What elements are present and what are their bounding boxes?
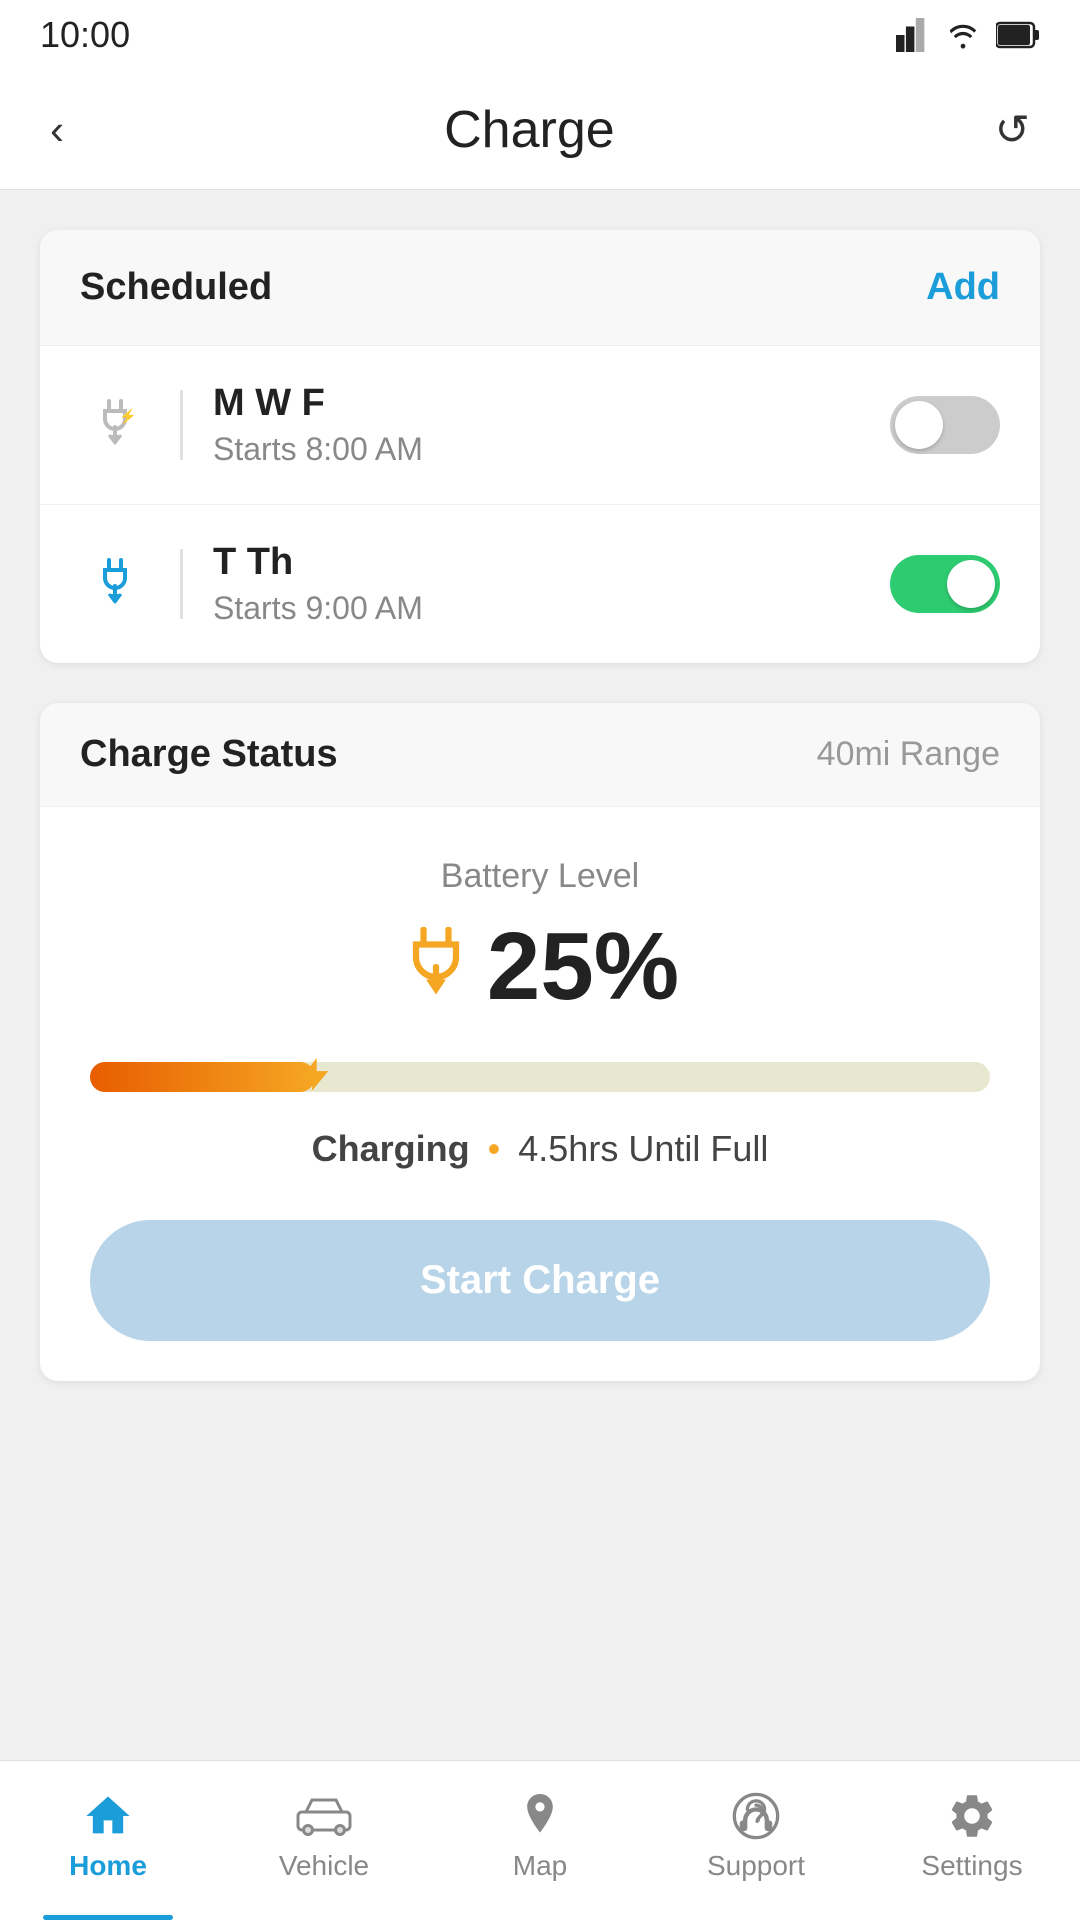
scheduled-title: Scheduled: [80, 266, 272, 309]
refresh-button[interactable]: ↺: [985, 95, 1040, 164]
toggle-thumb-tth: [947, 560, 995, 608]
nav-item-map[interactable]: Map: [432, 1761, 648, 1920]
plug-icon-active: [91, 556, 139, 612]
nav-label-home: Home: [69, 1850, 147, 1882]
start-charge-button[interactable]: Start Charge: [90, 1220, 990, 1341]
row-divider: [180, 390, 183, 460]
nav-item-home[interactable]: Home: [0, 1761, 216, 1920]
battery-percent: 25%: [487, 912, 679, 1022]
status-bar: 10:00: [0, 0, 1080, 70]
toggle-thumb-mwf: [895, 401, 943, 449]
support-icon: [730, 1790, 782, 1842]
header: ‹ Charge ↺: [0, 70, 1080, 190]
progress-lightning-icon: [295, 1055, 335, 1100]
nav-label-vehicle: Vehicle: [279, 1850, 369, 1882]
charge-status-card: Charge Status 40mi Range Battery Level 2…: [40, 703, 1040, 1381]
toggle-track-mwf[interactable]: [890, 396, 1000, 454]
toggle-mwf[interactable]: [890, 396, 1000, 454]
schedule-info-mwf: M W F Starts 8:00 AM: [213, 382, 890, 468]
add-button[interactable]: Add: [926, 266, 1000, 309]
charge-status-title: Charge Status: [80, 733, 338, 776]
settings-icon: [946, 1790, 998, 1842]
battery-level-label: Battery Level: [90, 857, 990, 896]
nav-item-support[interactable]: Support: [648, 1761, 864, 1920]
nav-item-settings[interactable]: Settings: [864, 1761, 1080, 1920]
schedule-time-tth: Starts 9:00 AM: [213, 590, 890, 627]
toggle-tth[interactable]: [890, 555, 1000, 613]
back-button[interactable]: ‹: [40, 99, 74, 161]
nav-label-settings: Settings: [921, 1850, 1022, 1882]
scheduled-card-header: Scheduled Add: [40, 230, 1040, 346]
nav-label-support: Support: [707, 1850, 805, 1882]
row-divider-2: [180, 549, 183, 619]
plug-icon-inactive-container: ⚡: [80, 397, 150, 453]
nav-label-map: Map: [513, 1850, 567, 1882]
plug-icon-active-container: [80, 556, 150, 612]
charging-status-text: Charging • 4.5hrs Until Full: [90, 1128, 990, 1170]
scheduled-card: Scheduled Add ⚡ M W F Starts 8:00 AM: [40, 230, 1040, 663]
map-icon: [518, 1790, 562, 1842]
battery-progress-fill: [90, 1062, 315, 1092]
battery-icon: [996, 21, 1040, 49]
battery-progress-bar: [90, 1062, 990, 1092]
signal-icon: [896, 18, 930, 52]
svg-text:⚡: ⚡: [119, 408, 136, 425]
toggle-track-tth[interactable]: [890, 555, 1000, 613]
nav-item-vehicle[interactable]: Vehicle: [216, 1761, 432, 1920]
page-title: Charge: [444, 100, 615, 160]
schedule-row-mwf: ⚡ M W F Starts 8:00 AM: [40, 346, 1040, 505]
schedule-days-mwf: M W F: [213, 382, 890, 425]
schedule-info-tth: T Th Starts 9:00 AM: [213, 541, 890, 627]
bottom-nav: Home Vehicle Map Support: [0, 1760, 1080, 1920]
schedule-time-mwf: Starts 8:00 AM: [213, 431, 890, 468]
plug-icon-inactive: ⚡: [91, 397, 139, 453]
schedule-row-tth: T Th Starts 9:00 AM: [40, 505, 1040, 663]
charge-status-header: Charge Status 40mi Range: [40, 703, 1040, 807]
schedule-days-tth: T Th: [213, 541, 890, 584]
charge-status-body: Battery Level 25%: [40, 807, 1040, 1381]
status-time: 10:00: [40, 14, 130, 56]
charging-plug-icon: [401, 927, 471, 1007]
home-icon: [82, 1790, 134, 1842]
status-icons: [896, 18, 1040, 52]
wifi-icon: [944, 18, 982, 52]
vehicle-icon: [294, 1790, 354, 1842]
main-content: Scheduled Add ⚡ M W F Starts 8:00 AM: [0, 190, 1080, 1621]
battery-percent-row: 25%: [90, 912, 990, 1022]
charge-status-range: 40mi Range: [817, 735, 1000, 774]
